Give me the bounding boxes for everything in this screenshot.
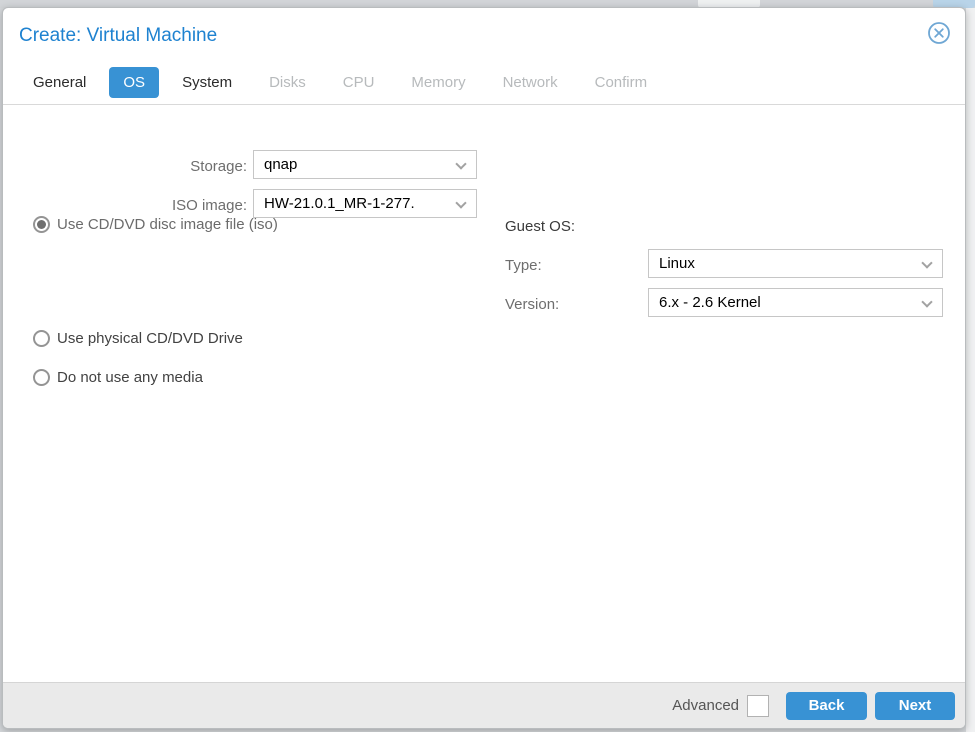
tab-os[interactable]: OS xyxy=(109,67,160,98)
dialog-title: Create: Virtual Machine xyxy=(19,25,218,46)
radio-physical-drive-label: Use physical CD/DVD Drive xyxy=(57,330,243,347)
background-panel-edge xyxy=(966,8,975,732)
close-icon xyxy=(928,22,950,44)
create-vm-dialog: Create: Virtual Machine General OS Syste… xyxy=(2,7,966,729)
tab-confirm: Confirm xyxy=(594,74,648,91)
radio-unselected-icon xyxy=(33,369,50,386)
version-select[interactable]: 6.x - 2.6 Kernel xyxy=(648,288,943,317)
iso-image-value: HW-21.0.1_MR-1-277. xyxy=(264,195,415,212)
back-button[interactable]: Back xyxy=(786,691,867,720)
advanced-checkbox[interactable] xyxy=(747,694,769,717)
wizard-tabbar: General OS System Disks CPU Memory Netwo… xyxy=(3,61,965,105)
tab-memory: Memory xyxy=(411,74,466,91)
chevron-down-icon xyxy=(921,257,933,269)
chevron-down-icon xyxy=(455,197,467,209)
version-label: Version: xyxy=(505,296,560,313)
tab-general[interactable]: General xyxy=(19,67,100,98)
type-select[interactable]: Linux xyxy=(648,249,943,278)
type-label: Type: xyxy=(505,257,542,274)
chevron-down-icon xyxy=(455,158,467,170)
radio-physical-drive[interactable]: Use physical CD/DVD Drive xyxy=(33,330,243,347)
radio-no-media-label: Do not use any media xyxy=(57,369,203,386)
close-button[interactable] xyxy=(927,21,951,45)
storage-select[interactable]: qnap xyxy=(253,150,477,179)
storage-value: qnap xyxy=(264,156,298,173)
dialog-header: Create: Virtual Machine xyxy=(3,8,965,61)
tab-system[interactable]: System xyxy=(168,67,246,98)
type-value: Linux xyxy=(659,255,695,272)
radio-use-iso[interactable]: Use CD/DVD disc image file (iso) xyxy=(33,216,278,233)
advanced-label: Advanced xyxy=(672,697,739,714)
tab-network: Network xyxy=(502,74,558,91)
iso-image-label: ISO image: xyxy=(171,197,247,214)
version-value: 6.x - 2.6 Kernel xyxy=(659,294,761,311)
radio-selected-icon xyxy=(33,216,50,233)
guest-os-heading: Guest OS: xyxy=(505,218,576,235)
storage-label: Storage: xyxy=(190,158,247,175)
radio-unselected-icon xyxy=(33,330,50,347)
os-tab-panel: Use CD/DVD disc image file (iso) Storage… xyxy=(3,105,965,691)
radio-no-media[interactable]: Do not use any media xyxy=(33,369,203,386)
next-button[interactable]: Next xyxy=(875,691,955,720)
tab-cpu: CPU xyxy=(342,74,375,91)
radio-use-iso-label: Use CD/DVD disc image file (iso) xyxy=(57,216,278,233)
iso-image-select[interactable]: HW-21.0.1_MR-1-277. xyxy=(253,189,477,218)
dialog-footer: Advanced Back Next xyxy=(3,682,965,728)
tab-disks: Disks xyxy=(269,74,306,91)
chevron-down-icon xyxy=(921,296,933,308)
